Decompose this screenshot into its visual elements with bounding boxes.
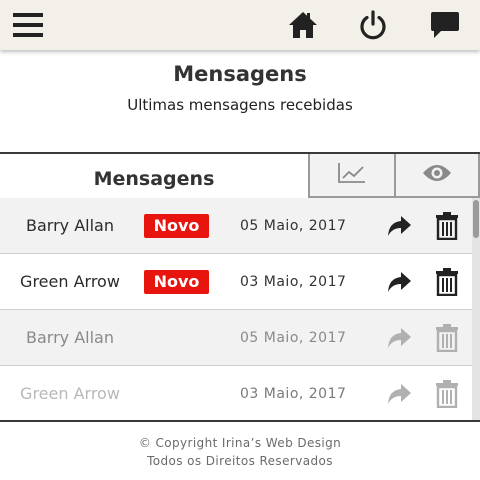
message-date: 03 Maio, 2017	[240, 274, 347, 290]
new-badge: Novo	[144, 270, 209, 294]
scrollbar[interactable]	[472, 198, 480, 420]
trash-icon[interactable]	[434, 380, 460, 409]
top-navigation-bar	[0, 0, 480, 50]
trash-icon[interactable]	[434, 324, 460, 353]
forward-icon[interactable]	[386, 214, 412, 238]
sender-name: Green Arrow	[20, 272, 120, 291]
eye-view-button[interactable]	[394, 154, 480, 198]
sender-name: Barry Allan	[26, 328, 114, 347]
scrollbar-thumb[interactable]	[473, 200, 479, 238]
panel-title: Mensagens	[93, 168, 215, 190]
message-row[interactable]: Barry Allan 05 Maio, 2017	[0, 310, 472, 366]
message-list: Barry Allan Novo 05 Maio, 2017 Green Arr…	[0, 198, 472, 420]
message-date: 03 Maio, 2017	[240, 386, 347, 402]
forward-icon[interactable]	[386, 270, 412, 294]
forward-icon[interactable]	[386, 326, 412, 350]
sender-name: Barry Allan	[26, 216, 114, 235]
forward-icon[interactable]	[386, 382, 412, 406]
page-title: Mensagens	[173, 62, 307, 86]
trash-icon[interactable]	[434, 268, 460, 297]
sender-name: Green Arrow	[20, 384, 120, 403]
message-date: 05 Maio, 2017	[240, 330, 347, 346]
power-icon[interactable]	[356, 8, 390, 42]
chart-icon	[337, 162, 367, 188]
copyright-text: © Copyright Irina’s Web Design	[138, 436, 342, 450]
rights-text: Todos os Direitos Reservados	[147, 454, 333, 468]
message-row[interactable]: Green Arrow 03 Maio, 2017	[0, 366, 472, 420]
message-row[interactable]: Green Arrow Novo 03 Maio, 2017	[0, 254, 472, 310]
chart-view-button[interactable]	[308, 154, 396, 198]
message-date: 05 Maio, 2017	[240, 218, 347, 234]
eye-icon	[422, 163, 452, 187]
page-subtitle: Ultimas mensagens recebidas	[127, 96, 353, 114]
new-badge: Novo	[144, 214, 209, 238]
home-icon[interactable]	[286, 8, 320, 42]
chat-icon[interactable]	[428, 8, 462, 42]
message-row[interactable]: Barry Allan Novo 05 Maio, 2017	[0, 198, 472, 254]
trash-icon[interactable]	[434, 212, 460, 241]
menu-icon[interactable]	[12, 8, 44, 42]
footer: © Copyright Irina’s Web Design Todos os …	[0, 434, 480, 470]
messages-panel: Mensagens Barry Allan Novo 05 Maio, 2017	[0, 152, 480, 422]
panel-header: Mensagens	[0, 154, 480, 200]
